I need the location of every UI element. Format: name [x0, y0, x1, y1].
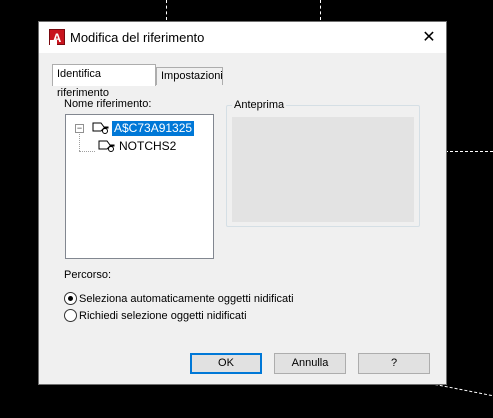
- radio-label[interactable]: Seleziona automaticamente oggetti nidifi…: [79, 292, 294, 306]
- modify-reference-dialog: A Modifica del riferimento ✕ Identifica …: [38, 21, 447, 385]
- path-label: Percorso:: [64, 269, 112, 281]
- close-icon[interactable]: ✕: [412, 22, 446, 53]
- ok-button[interactable]: OK: [190, 353, 262, 374]
- dialog-title: Modifica del riferimento: [70, 30, 205, 45]
- title-bar[interactable]: A Modifica del riferimento ✕: [39, 22, 446, 53]
- radio-selected-dot: [68, 296, 73, 301]
- tree-connector: [79, 151, 95, 152]
- drawing-dashed-line: [445, 151, 493, 152]
- preview-label: Anteprima: [232, 99, 287, 111]
- radio-label[interactable]: Richiedi selezione oggetti nidificati: [79, 309, 247, 323]
- tab-impostazioni[interactable]: Impostazioni: [156, 67, 223, 85]
- drawing-dashed-line: [320, 0, 321, 20]
- tab-identifica-riferimento[interactable]: Identifica riferimento: [52, 64, 156, 99]
- preview-group: Anteprima: [226, 99, 420, 227]
- tree-node-child[interactable]: NOTCHS2: [119, 139, 176, 154]
- xref-block-icon: [92, 122, 109, 134]
- tree-node-root[interactable]: A$C73A91325: [112, 121, 195, 136]
- preview-area: [232, 117, 414, 222]
- xref-block-icon: [98, 140, 115, 152]
- drawing-dashed-line: [166, 0, 167, 20]
- radio-button[interactable]: [64, 309, 77, 322]
- collapse-toggle-icon[interactable]: −: [75, 124, 84, 133]
- radio-button[interactable]: [64, 292, 77, 305]
- tree-connector: [79, 134, 80, 151]
- autocad-app-icon: A: [49, 29, 65, 45]
- help-button[interactable]: ?: [358, 353, 430, 374]
- cancel-button[interactable]: Annulla: [274, 353, 346, 374]
- reference-tree[interactable]: − A$C73A91325 NOTCHS2: [65, 114, 214, 259]
